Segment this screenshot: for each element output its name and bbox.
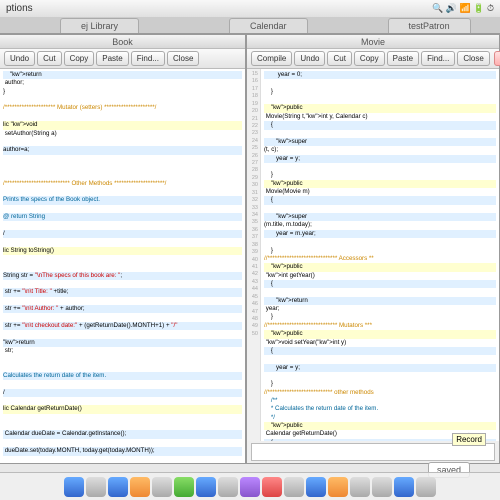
copy-button[interactable]: Copy — [64, 51, 95, 66]
app-icon[interactable] — [350, 477, 370, 497]
menu-left: ptions — [6, 3, 33, 14]
app-icon[interactable] — [394, 477, 414, 497]
tab-testpatron[interactable]: testPatron — [388, 18, 471, 33]
mail-icon[interactable] — [196, 477, 216, 497]
app-icon[interactable] — [306, 477, 326, 497]
app-icon[interactable] — [328, 477, 348, 497]
app-icon[interactable] — [284, 477, 304, 497]
pane-movie: Movie Compile Undo Cut Copy Paste Find..… — [246, 34, 500, 464]
close-button[interactable]: Close — [457, 51, 489, 66]
paste-button[interactable]: Paste — [387, 51, 419, 66]
record-tooltip: Record — [452, 433, 486, 446]
cut-button[interactable]: Cut — [37, 51, 61, 66]
app-icon[interactable] — [174, 477, 194, 497]
source-button[interactable]: Sou — [494, 51, 500, 66]
app-icon[interactable] — [218, 477, 238, 497]
app-icon[interactable] — [240, 477, 260, 497]
copy-button[interactable]: Copy — [354, 51, 385, 66]
trash-icon[interactable] — [416, 477, 436, 497]
menu-right: 🔍 🔊 📶 🔋 ⏱ — [432, 3, 494, 14]
app-icon[interactable] — [262, 477, 282, 497]
toolbar-left: Undo Cut Copy Paste Find... Close — [0, 49, 245, 69]
find-button[interactable]: Find... — [131, 51, 165, 66]
code-editor-left[interactable]: "kw">return author; } /*****************… — [0, 69, 245, 463]
safari-icon[interactable] — [108, 477, 128, 497]
app-icon[interactable] — [372, 477, 392, 497]
pane-book: Book Undo Cut Copy Paste Find... Close "… — [0, 34, 246, 464]
paste-button[interactable]: Paste — [96, 51, 128, 66]
dock — [0, 472, 500, 500]
finder-icon[interactable] — [64, 477, 84, 497]
editor-panes: Book Undo Cut Copy Paste Find... Close "… — [0, 34, 500, 464]
app-icon[interactable] — [130, 477, 150, 497]
app-icon[interactable] — [152, 477, 172, 497]
code-editor-right[interactable]: 15 16 17 18 19 20 21 22 23 24 25 26 27 2… — [247, 69, 499, 441]
toolbar-right: Compile Undo Cut Copy Paste Find... Clos… — [247, 49, 499, 69]
cut-button[interactable]: Cut — [327, 51, 351, 66]
compile-button[interactable]: Compile — [251, 51, 292, 66]
undo-button[interactable]: Undo — [4, 51, 35, 66]
app-icon[interactable] — [86, 477, 106, 497]
undo-button[interactable]: Undo — [294, 51, 325, 66]
project-tabs: ej Library Calendar testPatron — [0, 18, 500, 34]
menubar: ptions 🔍 🔊 📶 🔋 ⏱ — [0, 0, 500, 18]
close-button[interactable]: Close — [167, 51, 199, 66]
status-icons: 🔍 🔊 📶 🔋 ⏱ — [432, 3, 494, 14]
window-title-right: Movie — [247, 35, 499, 49]
find-button[interactable]: Find... — [421, 51, 455, 66]
tab-calendar[interactable]: Calendar — [229, 18, 308, 33]
window-title-left: Book — [0, 35, 245, 49]
tab-library[interactable]: ej Library — [60, 18, 139, 33]
